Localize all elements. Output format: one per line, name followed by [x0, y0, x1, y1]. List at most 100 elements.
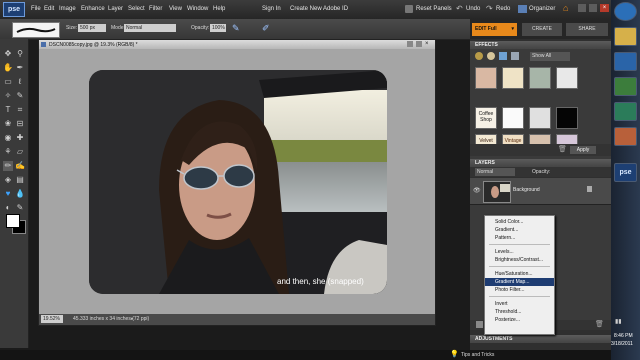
- menu-file[interactable]: File: [31, 6, 41, 12]
- reset-panels-button[interactable]: Reset Panels: [416, 6, 452, 12]
- eraser-tool-icon[interactable]: ▱: [15, 147, 25, 157]
- straighten-tool-icon[interactable]: ⊟: [15, 119, 25, 129]
- smart-brush-tool-icon[interactable]: ✍: [15, 161, 25, 171]
- layer-styles-icon[interactable]: [487, 52, 495, 60]
- sponge-tool-icon[interactable]: ◐: [3, 203, 13, 213]
- maximize-button[interactable]: [589, 4, 597, 12]
- organizer-button[interactable]: Organizer: [529, 6, 555, 12]
- edit-full-tab[interactable]: EDIT Full ▾: [472, 23, 517, 36]
- document-tab-title[interactable]: DSCN0085copy.jpg @ 19.3% (RGB/8) *: [49, 42, 138, 48]
- apply-button[interactable]: Apply: [570, 146, 596, 154]
- menu-select[interactable]: Select: [128, 6, 145, 12]
- trash-icon[interactable]: 🗑: [558, 146, 567, 154]
- effect-thumb-8[interactable]: [556, 107, 578, 129]
- menu-image[interactable]: Image: [59, 6, 76, 12]
- cookie-cutter-tool-icon[interactable]: ❀: [3, 119, 13, 129]
- menu-item-photo-filter[interactable]: Photo Filter...: [485, 286, 554, 294]
- effects-panel-header[interactable]: EFFECTS: [470, 41, 611, 49]
- menu-layer[interactable]: Layer: [108, 6, 123, 12]
- delete-layer-icon[interactable]: 🗑: [595, 320, 604, 328]
- zoom-field[interactable]: 19.52%: [41, 315, 63, 323]
- effect-thumb-1[interactable]: [475, 67, 497, 89]
- marquee-tool-icon[interactable]: ▭: [3, 77, 13, 87]
- menu-item-levels[interactable]: Levels...: [485, 248, 554, 256]
- menu-item-invert[interactable]: Invert: [485, 300, 554, 308]
- layers-panel-header[interactable]: LAYERS: [470, 159, 611, 167]
- menu-filter[interactable]: Filter: [149, 6, 162, 12]
- adjustments-panel-header[interactable]: ADJUSTMENTS: [470, 335, 611, 343]
- hand-tool-icon[interactable]: ✋: [3, 63, 13, 73]
- menu-view[interactable]: View: [169, 6, 182, 12]
- menu-item-hue-saturation[interactable]: Hue/Saturation...: [485, 270, 554, 278]
- effect-thumb-coffee-shop[interactable]: Coffee Shop: [475, 107, 497, 129]
- tablet-options-icon[interactable]: ✐: [262, 23, 272, 33]
- effect-thumb-2[interactable]: [502, 67, 524, 89]
- tips-and-tricks-link[interactable]: Tips and Tricks: [461, 352, 494, 358]
- blur-tool-icon[interactable]: 💧: [15, 189, 25, 199]
- photo-effects-icon[interactable]: [499, 52, 507, 60]
- pencil-tool-icon[interactable]: ✎: [15, 203, 25, 213]
- create-adobe-id-link[interactable]: Create New Adobe ID: [290, 6, 348, 12]
- paint-bucket-tool-icon[interactable]: ◈: [3, 175, 13, 185]
- show-all-select[interactable]: Show All: [530, 52, 570, 61]
- minimize-button[interactable]: [578, 4, 586, 12]
- menu-edit[interactable]: Edit: [44, 6, 54, 12]
- taskbar-ie-icon[interactable]: [614, 52, 637, 71]
- taskbar-app2-icon[interactable]: [614, 127, 637, 146]
- menu-window[interactable]: Window: [187, 6, 208, 12]
- crop-tool-icon[interactable]: ⌗: [15, 105, 25, 115]
- effect-thumb-7[interactable]: [529, 107, 551, 129]
- menu-item-brightness-contrast[interactable]: Brightness/Contrast...: [485, 256, 554, 264]
- magic-wand-tool-icon[interactable]: ✧: [3, 91, 13, 101]
- doc-minimize-button[interactable]: [407, 41, 413, 47]
- airbrush-icon[interactable]: ✎: [232, 23, 242, 33]
- menu-item-pattern[interactable]: Pattern...: [485, 234, 554, 242]
- menu-item-solid-color[interactable]: Solid Color...: [485, 218, 554, 226]
- menu-item-threshold[interactable]: Threshold...: [485, 308, 554, 316]
- taskbar-media-icon[interactable]: [614, 77, 637, 96]
- menu-item-gradient[interactable]: Gradient...: [485, 226, 554, 234]
- gradient-tool-icon[interactable]: ▤: [15, 175, 25, 185]
- effect-thumb-6[interactable]: [502, 107, 524, 129]
- create-tab[interactable]: CREATE: [522, 23, 562, 36]
- foreground-color-swatch-front[interactable]: [6, 214, 20, 228]
- undo-button[interactable]: Undo: [466, 6, 480, 12]
- filters-icon[interactable]: [475, 52, 483, 60]
- taskbar-pse-button[interactable]: pse: [614, 163, 637, 182]
- info-arrow-icon[interactable]: ▸: [131, 316, 134, 322]
- menu-help[interactable]: Help: [213, 6, 225, 12]
- taskbar-app-icon[interactable]: [614, 102, 637, 121]
- layer-row-background[interactable]: 👁 Background: [470, 178, 611, 205]
- close-button[interactable]: ×: [600, 4, 609, 12]
- doc-close-button[interactable]: ×: [425, 41, 431, 47]
- doc-maximize-button[interactable]: [416, 41, 422, 47]
- menu-item-posterize[interactable]: Posterize...: [485, 316, 554, 324]
- new-layer-icon[interactable]: [476, 321, 483, 328]
- brush-tool-icon[interactable]: ✏: [3, 161, 13, 171]
- menu-enhance[interactable]: Enhance: [81, 6, 105, 12]
- home-icon[interactable]: ⌂: [563, 3, 573, 13]
- all-effects-icon[interactable]: [511, 52, 519, 60]
- effect-thumb-3[interactable]: [529, 67, 551, 89]
- shape-tool-icon[interactable]: ♥: [3, 189, 13, 199]
- effect-thumb-4[interactable]: [556, 67, 578, 89]
- red-eye-tool-icon[interactable]: ◉: [3, 133, 13, 143]
- healing-brush-tool-icon[interactable]: ✚: [15, 133, 25, 143]
- clone-stamp-tool-icon[interactable]: ⚘: [3, 147, 13, 157]
- layer-name[interactable]: Background: [513, 187, 540, 193]
- brush-preset-picker[interactable]: [12, 22, 60, 38]
- start-button[interactable]: [614, 2, 637, 21]
- blend-mode-select[interactable]: Normal: [475, 168, 515, 176]
- zoom-tool-icon[interactable]: ⚲: [15, 49, 25, 59]
- size-field[interactable]: 500 px: [78, 24, 106, 32]
- eyedropper-tool-icon[interactable]: ✒: [15, 63, 25, 73]
- type-tool-icon[interactable]: T: [3, 105, 13, 115]
- lasso-tool-icon[interactable]: ℓ: [15, 77, 25, 87]
- photo-canvas[interactable]: and then, she (snapped): [89, 70, 387, 294]
- opacity-field[interactable]: 100%: [210, 24, 226, 32]
- redo-button[interactable]: Redo: [496, 6, 510, 12]
- sign-in-link[interactable]: Sign In: [262, 6, 281, 12]
- share-tab[interactable]: SHARE: [566, 23, 608, 36]
- mode-select[interactable]: Normal: [124, 24, 176, 32]
- menu-item-gradient-map[interactable]: Gradient Map...: [485, 278, 554, 286]
